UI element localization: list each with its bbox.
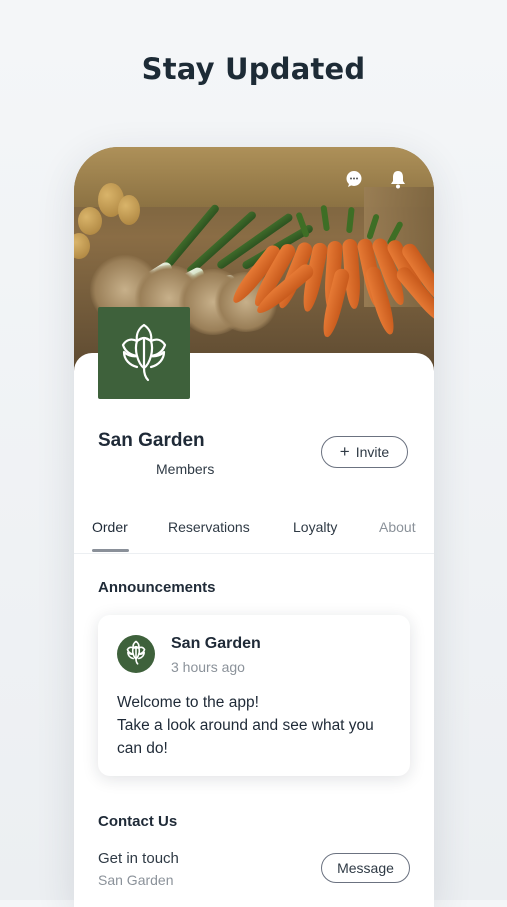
post-body-line: Take a look around and see what you xyxy=(117,717,374,734)
phone-frame: San Garden Members + Invite Order Reserv… xyxy=(74,147,434,907)
active-tab-indicator xyxy=(92,549,129,552)
post-timestamp: 3 hours ago xyxy=(171,659,245,675)
tab-reservations[interactable]: Reservations xyxy=(168,519,250,535)
notification-bell-icon[interactable] xyxy=(388,169,408,189)
avatar xyxy=(117,635,155,673)
invite-button[interactable]: + Invite xyxy=(321,436,408,468)
contact-subtitle: San Garden xyxy=(98,872,174,888)
chat-bubble-icon[interactable] xyxy=(344,169,364,189)
business-name: San Garden xyxy=(98,430,205,451)
plus-icon: + xyxy=(339,442,350,461)
contact-title: Contact Us xyxy=(98,813,178,830)
post-body-line: can do! xyxy=(117,740,168,757)
tab-order[interactable]: Order xyxy=(92,519,128,535)
post-body-line: Welcome to the app! xyxy=(117,694,259,711)
post-body: Welcome to the app! Take a look around a… xyxy=(117,691,402,760)
announcements-title: Announcements xyxy=(98,579,216,596)
post-author: San Garden xyxy=(171,635,261,652)
announcement-card[interactable]: San Garden 3 hours ago Welcome to the ap… xyxy=(98,615,410,776)
invite-label: Invite xyxy=(355,444,390,460)
page-headline: Stay Updated xyxy=(141,52,366,86)
tab-loyalty[interactable]: Loyalty xyxy=(293,519,337,535)
business-logo xyxy=(98,307,190,399)
artichoke-logo-icon xyxy=(115,319,173,388)
message-button[interactable]: Message xyxy=(321,853,410,883)
members-link[interactable]: Members xyxy=(156,461,214,477)
artichoke-avatar-icon xyxy=(124,639,148,670)
tab-bar: Order Reservations Loyalty About xyxy=(74,507,434,554)
contact-line: Get in touch xyxy=(98,850,179,867)
tab-about[interactable]: About xyxy=(379,519,416,535)
